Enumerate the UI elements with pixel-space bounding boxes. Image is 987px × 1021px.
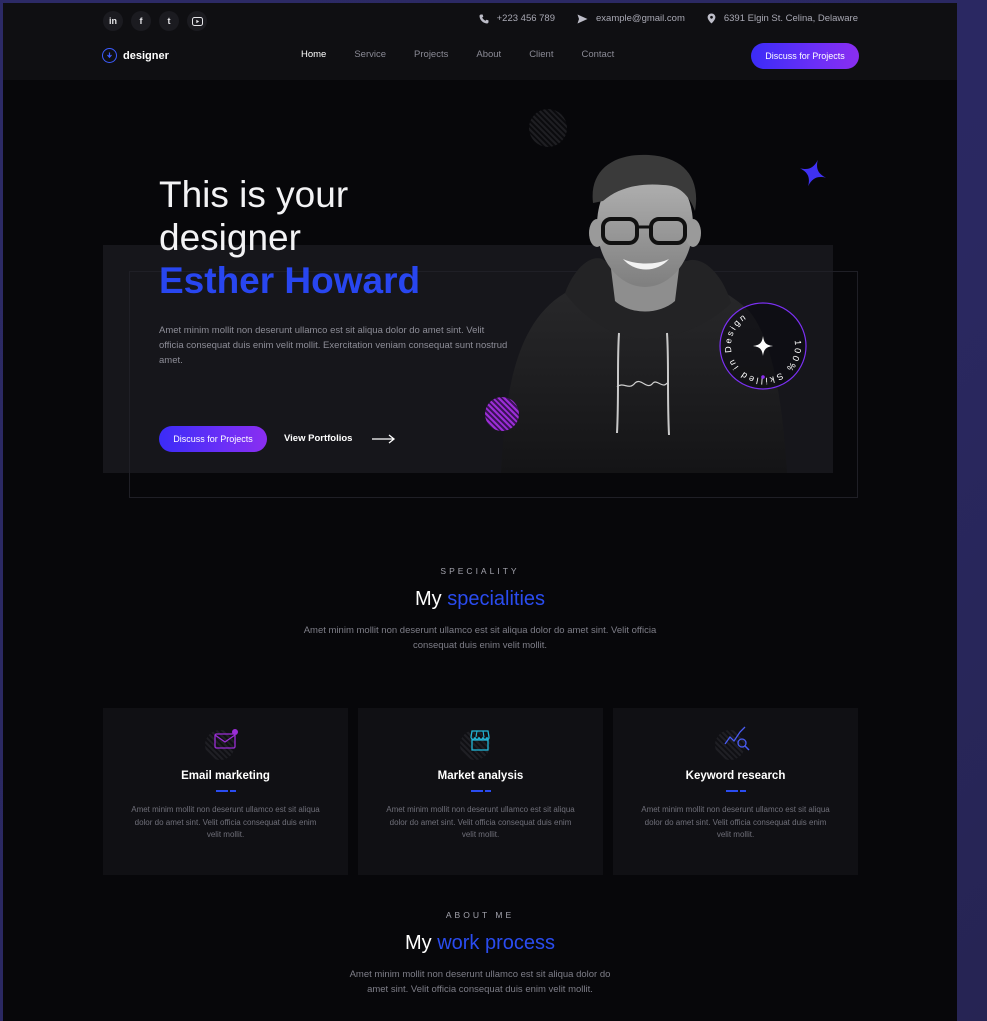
- speciality-eyebrow: SPECIALITY: [440, 566, 520, 576]
- send-icon: [577, 14, 588, 23]
- phone-icon: [479, 14, 489, 23]
- address-contact[interactable]: 6391 Elgin St. Celina, Delaware: [707, 13, 858, 24]
- email-contact[interactable]: example@gmail.com: [577, 13, 685, 24]
- view-portfolios-link[interactable]: View Portfolios: [284, 433, 396, 444]
- nav-item-contact[interactable]: Contact: [581, 49, 614, 60]
- email-icon: [214, 729, 238, 749]
- about-title-accent: work process: [437, 932, 556, 954]
- phone-text: +223 456 789: [496, 13, 556, 24]
- email-text: example@gmail.com: [596, 13, 685, 24]
- card-keyword-research[interactable]: Keyword research Amet minim mollit non d…: [613, 708, 858, 875]
- card-email-marketing[interactable]: Email marketing Amet minim mollit non de…: [103, 708, 348, 875]
- headline-line1: This is your: [159, 174, 349, 215]
- hero-description: Amet minim mollit non deserunt ullamco e…: [159, 325, 508, 366]
- location-pin-icon: [707, 13, 716, 24]
- about-description: Amet minim mollit non deserunt ullamco e…: [349, 969, 611, 995]
- linkedin-icon[interactable]: in: [103, 11, 123, 31]
- about-title: My work process: [3, 932, 957, 955]
- hero-headline: This is your designer Esther Howard: [159, 173, 519, 302]
- hero-discuss-button[interactable]: Discuss for Projects: [159, 426, 267, 452]
- card-market-analysis[interactable]: Market analysis Amet minim mollit non de…: [358, 708, 603, 875]
- phone-contact[interactable]: +223 456 789: [479, 13, 555, 24]
- address-text: 6391 Elgin St. Celina, Delaware: [723, 13, 858, 24]
- storefront-icon: [470, 730, 490, 751]
- about-eyebrow: ABOUT ME: [445, 910, 515, 920]
- nav-menu: Home Service Projects About Client Conta…: [301, 49, 642, 60]
- facebook-icon[interactable]: f: [131, 11, 151, 31]
- card-title: Keyword research: [685, 770, 786, 782]
- logo-icon: [102, 48, 117, 63]
- designer-name: Esther Howard: [159, 260, 421, 301]
- nav-item-home[interactable]: Home: [301, 49, 326, 60]
- skill-badge: 100% Skilled in Design: [718, 302, 808, 391]
- sparkle-star-icon: [799, 159, 827, 187]
- decorative-striped-circle: [529, 109, 567, 147]
- nav-item-service[interactable]: Service: [354, 49, 386, 60]
- card-description: Amet minim mollit non deserunt ullamco e…: [386, 805, 575, 839]
- youtube-icon[interactable]: [187, 11, 207, 31]
- card-description: Amet minim mollit non deserunt ullamco e…: [641, 805, 830, 839]
- about-title-plain: My: [404, 932, 432, 954]
- arrow-right-icon: [372, 433, 396, 444]
- contact-info: +223 456 789 example@gmail.com 6391 Elgi…: [479, 13, 858, 24]
- view-portfolios-label: View Portfolios: [284, 433, 353, 444]
- nav-item-projects[interactable]: Projects: [414, 49, 448, 60]
- main-nav: designer Home Service Projects About Cli…: [3, 43, 957, 69]
- card-title: Market analysis: [437, 770, 524, 782]
- tumblr-icon[interactable]: t: [159, 11, 179, 31]
- social-links: in f t: [103, 11, 207, 31]
- card-divider: [726, 790, 746, 792]
- chart-search-icon: [724, 726, 750, 751]
- speciality-title: My specialities: [3, 588, 957, 611]
- discuss-projects-button[interactable]: Discuss for Projects: [751, 43, 859, 69]
- headline-line2: designer: [159, 217, 301, 258]
- decorative-purple-circle: [485, 397, 519, 431]
- card-title: Email marketing: [181, 770, 270, 782]
- nav-item-about[interactable]: About: [476, 49, 501, 60]
- speciality-title-plain: My: [414, 588, 442, 610]
- card-divider: [471, 790, 491, 792]
- card-description: Amet minim mollit non deserunt ullamco e…: [131, 805, 320, 839]
- speciality-description: Amet minim mollit non deserunt ullamco e…: [303, 625, 657, 651]
- card-divider: [216, 790, 236, 792]
- speciality-title-accent: specialities: [447, 588, 546, 610]
- nav-item-client[interactable]: Client: [529, 49, 553, 60]
- logo-text: designer: [123, 49, 169, 62]
- speciality-cards: Email marketing Amet minim mollit non de…: [103, 708, 859, 875]
- page: in f t +223 456 789 example@gmail.com 63…: [3, 3, 957, 1021]
- header: in f t +223 456 789 example@gmail.com 63…: [3, 3, 957, 80]
- logo[interactable]: designer: [102, 48, 169, 63]
